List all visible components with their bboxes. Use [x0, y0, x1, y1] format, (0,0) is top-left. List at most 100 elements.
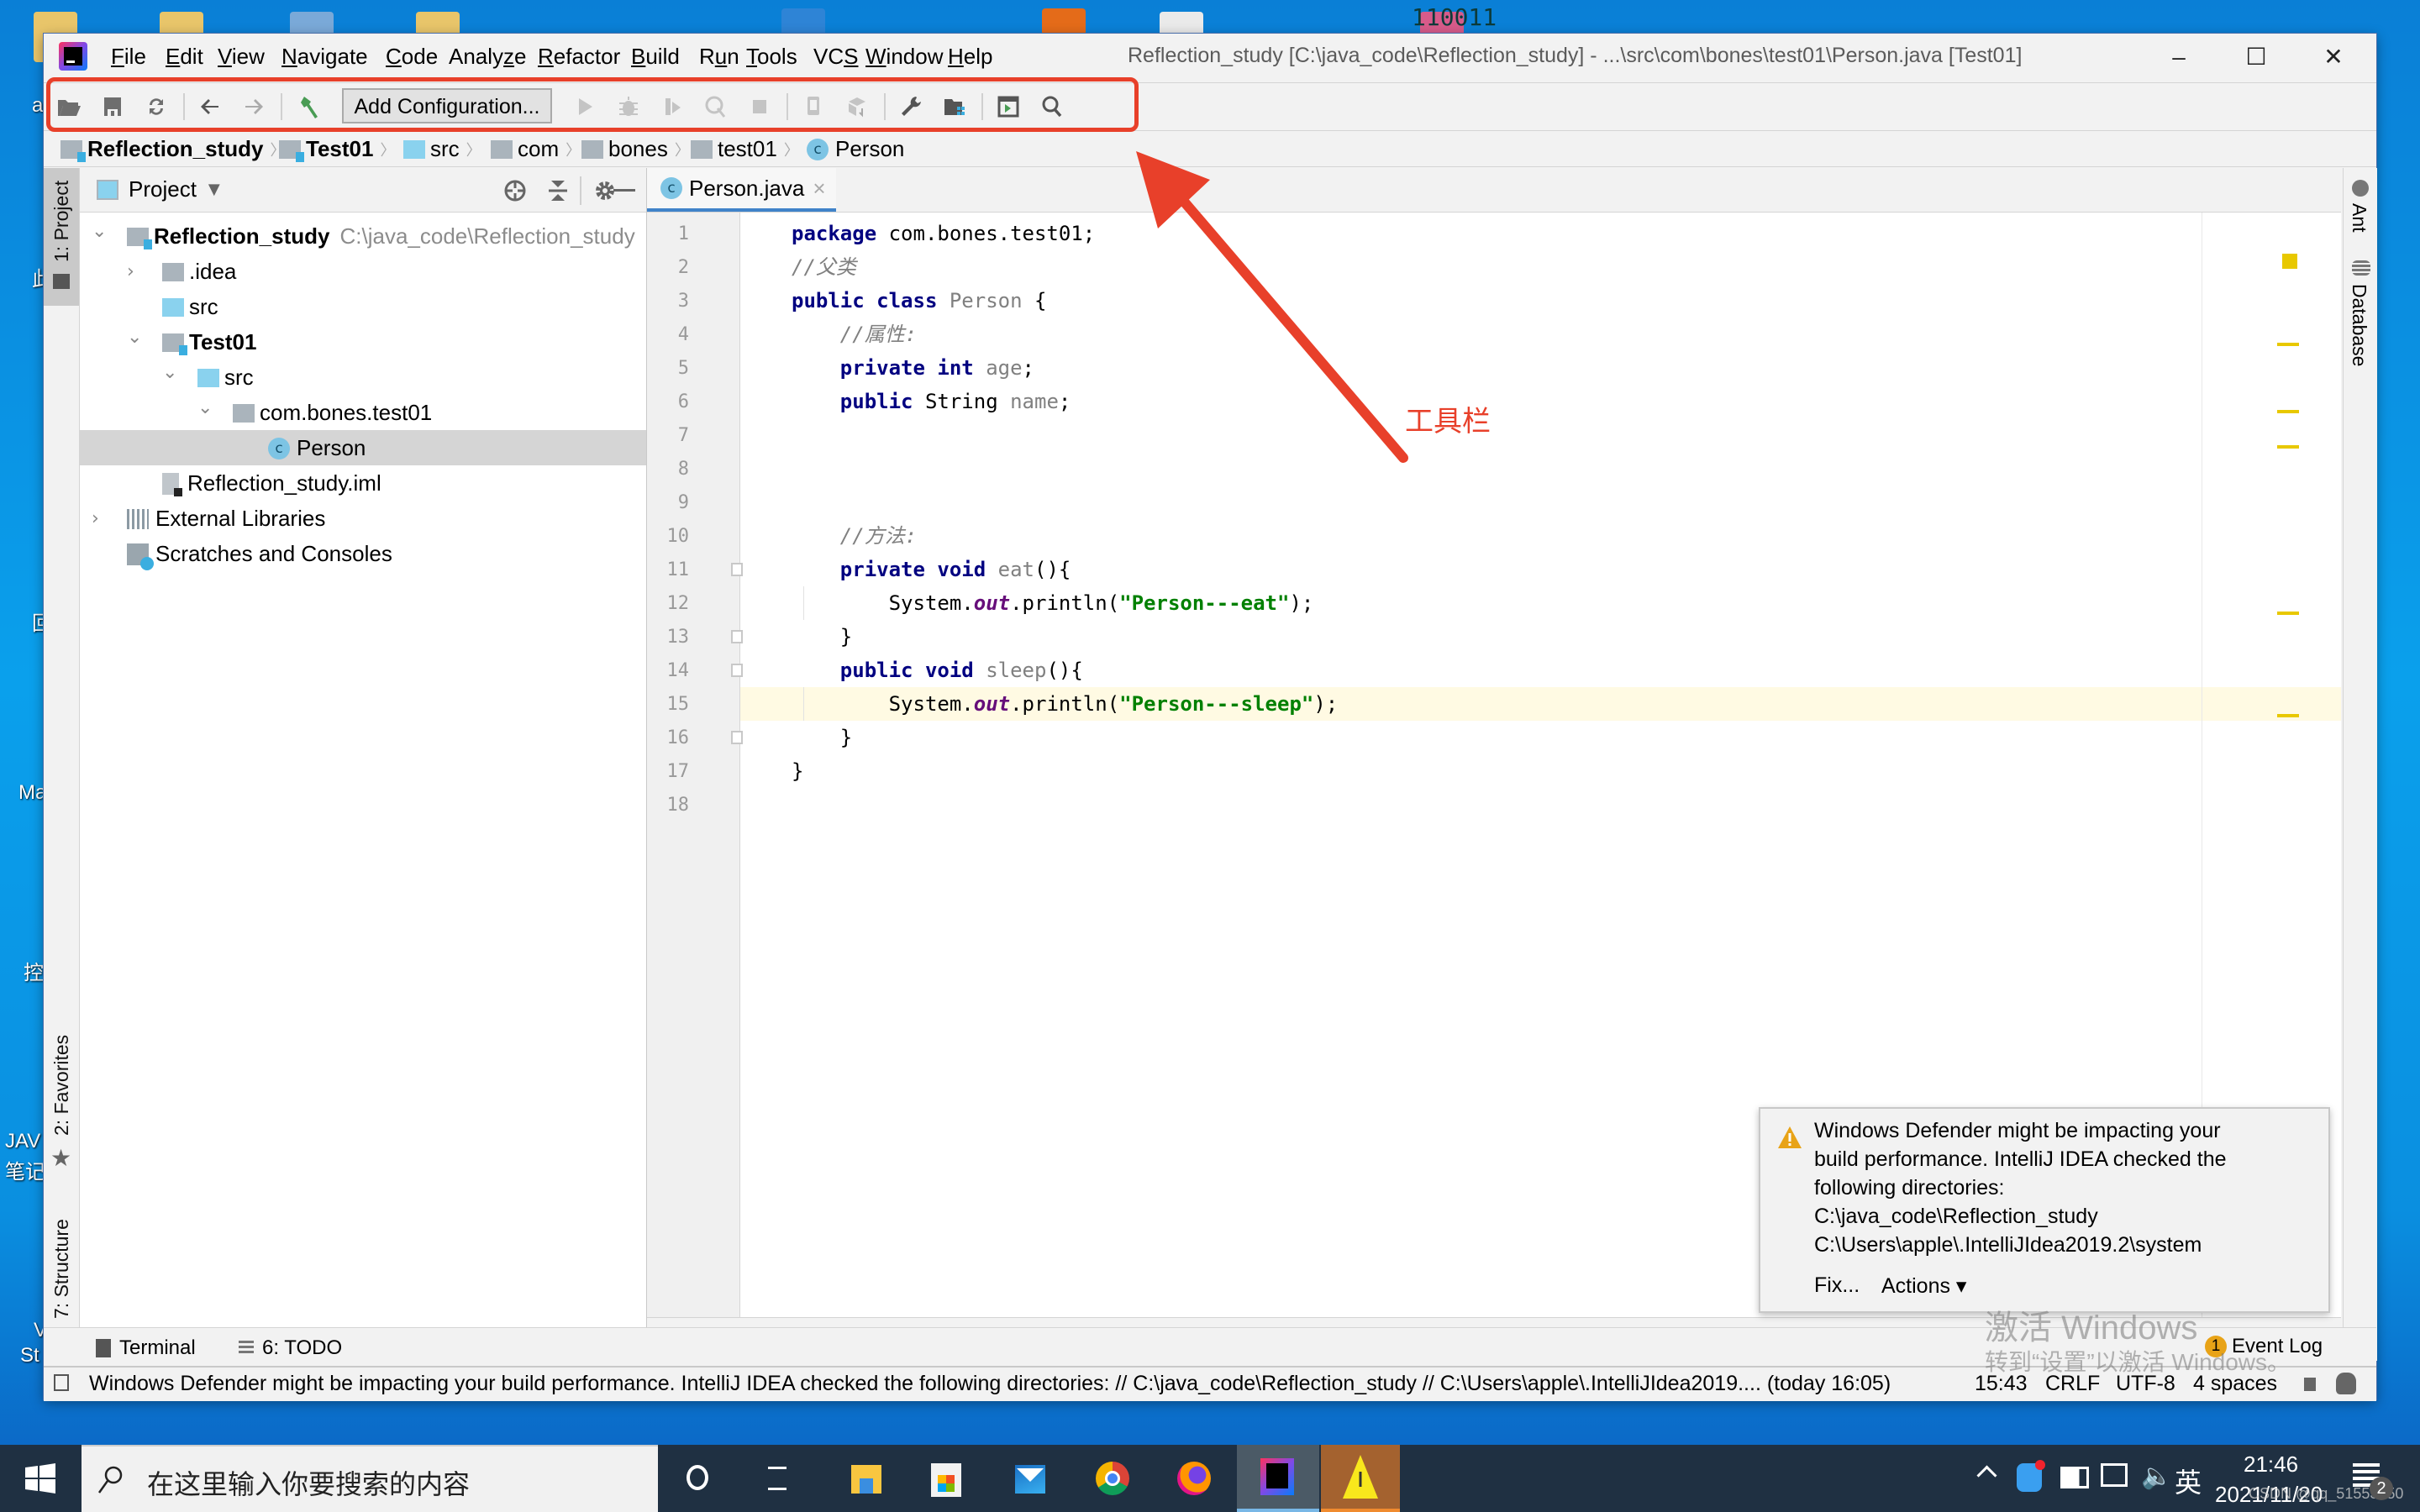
tool-tab-database[interactable]: Database — [2344, 255, 2377, 381]
fold-marker-icon[interactable] — [731, 731, 743, 744]
menu-file[interactable]: File — [111, 44, 146, 70]
breadcrumb-item[interactable]: Reflection_study 〉 — [60, 136, 286, 162]
fold-marker-icon[interactable] — [731, 664, 743, 677]
locate-target-icon[interactable] — [502, 178, 528, 203]
tree-node[interactable]: ⌄ src — [80, 360, 646, 395]
store-icon[interactable] — [924, 1457, 968, 1500]
mail-icon[interactable] — [1008, 1457, 1052, 1500]
minimize-panel-icon[interactable] — [613, 189, 635, 192]
taskbar-search-box[interactable]: 在这里输入你要搜索的内容 — [82, 1445, 658, 1512]
windows-start-icon[interactable] — [25, 1463, 55, 1494]
project-view-selector[interactable]: Project ▼ — [129, 176, 220, 202]
error-stripe-marker[interactable] — [2277, 410, 2299, 413]
menu-code[interactable]: Code — [386, 44, 438, 70]
menu-window[interactable]: Window — [865, 44, 943, 70]
chevron-down-icon[interactable]: ⌄ — [127, 327, 144, 348]
tool-tab-todo[interactable]: 6: TODO — [239, 1336, 342, 1360]
breadcrumb-item[interactable]: bones 〉 — [581, 136, 690, 162]
code-line[interactable]: System.out.println("Person---sleep"); — [792, 687, 1339, 721]
fold-marker-icon[interactable] — [731, 630, 743, 643]
code-line[interactable]: } — [792, 620, 852, 654]
intellij-taskbar-button[interactable] — [1237, 1445, 1319, 1512]
maximize-button[interactable]: ☐ — [2227, 39, 2286, 76]
chevron-down-icon[interactable]: ⌄ — [92, 221, 108, 242]
menu-build[interactable]: Build — [631, 44, 680, 70]
menu-vcs[interactable]: VCS — [813, 44, 858, 70]
cortana-icon[interactable] — [676, 1457, 720, 1500]
actions-dropdown[interactable]: Actions ▾ — [1881, 1273, 1966, 1299]
code-line[interactable]: System.out.println("Person---eat"); — [792, 586, 1314, 620]
ime-indicator[interactable]: 英 — [2175, 1462, 2202, 1500]
error-stripe-marker[interactable] — [2277, 445, 2299, 449]
chevron-down-icon[interactable]: ⌄ — [197, 397, 214, 418]
code-line[interactable]: } — [792, 754, 803, 788]
code-line[interactable]: private void eat(){ — [792, 553, 1071, 586]
clock-time[interactable]: 21:46 — [2244, 1452, 2298, 1478]
lock-icon[interactable] — [2304, 1378, 2316, 1391]
code-line[interactable]: public class Person { — [792, 284, 1046, 318]
tree-node[interactable]: ⌄ com.bones.test01 — [80, 395, 646, 430]
firefox-icon[interactable] — [1172, 1457, 1216, 1500]
code-line[interactable]: private int age; — [792, 351, 1034, 385]
error-stripe-marker[interactable] — [2277, 343, 2299, 346]
battery-icon[interactable] — [2060, 1467, 2089, 1488]
breadcrumb-item[interactable]: test01 〉 — [691, 136, 799, 162]
code-line[interactable]: } — [792, 721, 852, 754]
error-stripe-marker[interactable] — [2277, 612, 2299, 615]
tree-node[interactable]: src — [80, 289, 646, 324]
breadcrumb-item[interactable]: c Person — [807, 136, 904, 162]
chevron-right-icon[interactable]: › — [127, 261, 144, 282]
tab-person-java[interactable]: c Person.java × — [647, 168, 836, 212]
warning-app-taskbar-button[interactable] — [1321, 1445, 1400, 1512]
tree-node[interactable]: ⌄ Test01 — [80, 324, 646, 360]
tool-tab-terminal[interactable]: Terminal — [96, 1336, 196, 1360]
chevron-down-icon[interactable]: ⌄ — [162, 362, 179, 383]
breadcrumb-item[interactable]: Test01 〉 — [279, 136, 395, 162]
task-view-icon[interactable] — [756, 1457, 800, 1500]
inspector-avatar-icon[interactable] — [2336, 1373, 2356, 1394]
tool-tab-favorites[interactable]: 2: Favorites ★ — [44, 1033, 79, 1201]
chrome-icon[interactable] — [1091, 1457, 1134, 1500]
menu-run[interactable]: Run — [699, 44, 739, 70]
tool-tab-ant[interactable]: Ant — [2344, 168, 2377, 252]
tree-node[interactable]: Scratches and Consoles — [80, 536, 646, 571]
tree-node[interactable]: Reflection_study.iml — [80, 465, 646, 501]
code-line[interactable]: //方法: — [792, 519, 917, 553]
toggle-tool-windows-icon[interactable] — [54, 1374, 69, 1391]
breadcrumb-item[interactable]: src 〉 — [403, 136, 481, 162]
code-line[interactable]: package com.bones.test01; — [792, 217, 1095, 250]
error-stripe-marker[interactable] — [2277, 714, 2299, 717]
code-line[interactable]: public void sleep(){ — [792, 654, 1083, 687]
status-message[interactable]: Windows Defender might be impacting your… — [89, 1372, 1891, 1396]
tool-tab-project[interactable]: 1: Project — [44, 168, 79, 306]
volume-icon[interactable]: 🔈 — [2141, 1462, 2172, 1491]
fold-marker-icon[interactable] — [731, 563, 743, 576]
menu-tools[interactable]: Tools — [746, 44, 797, 70]
code-line[interactable]: //属性: — [792, 318, 917, 351]
code-line[interactable]: public String name; — [792, 385, 1071, 418]
tree-node[interactable]: › .idea — [80, 254, 646, 289]
fix-link[interactable]: Fix... — [1814, 1273, 1860, 1298]
menu-navigate[interactable]: Navigate — [281, 44, 368, 70]
minimize-button[interactable]: – — [2149, 39, 2208, 76]
line-number: 1 — [677, 223, 689, 244]
collapse-all-icon[interactable] — [545, 178, 571, 203]
close-tab-icon[interactable]: × — [813, 176, 825, 202]
inspection-status-icon[interactable] — [2282, 254, 2297, 269]
show-hidden-icons[interactable] — [1976, 1462, 2000, 1486]
menu-refactor[interactable]: Refactor — [538, 44, 620, 70]
code-line[interactable]: //父类 — [792, 250, 856, 284]
tree-node[interactable]: › External Libraries — [80, 501, 646, 536]
menu-analyze[interactable]: Analyze — [449, 44, 527, 70]
menu-help[interactable]: Help — [948, 44, 992, 70]
tree-node[interactable]: c Person — [80, 430, 646, 465]
menu-edit[interactable]: Edit — [166, 44, 203, 70]
close-button[interactable]: ✕ — [2304, 39, 2363, 76]
breadcrumb-item[interactable]: com 〉 — [491, 136, 581, 162]
menu-view[interactable]: View — [218, 44, 265, 70]
tree-node[interactable]: ⌄ Reflection_study C:\java_code\Reflection… — [80, 218, 646, 254]
tray-app-icon[interactable] — [2017, 1460, 2045, 1492]
chevron-right-icon[interactable]: › — [92, 508, 108, 529]
network-icon[interactable] — [2101, 1463, 2128, 1487]
file-explorer-icon[interactable] — [844, 1457, 888, 1500]
